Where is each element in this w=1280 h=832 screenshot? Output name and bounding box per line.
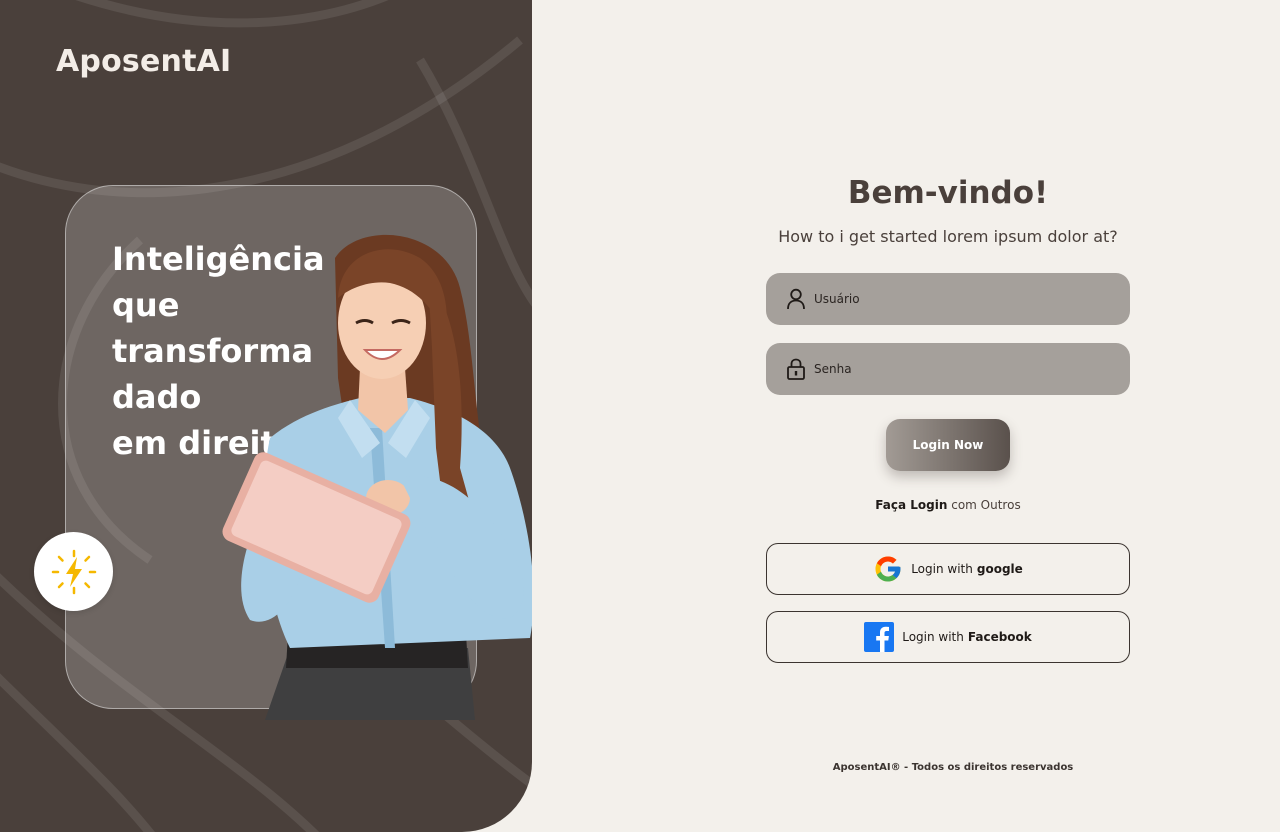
google-button-brand: google	[976, 562, 1023, 576]
welcome-subtitle: How to i get started lorem ipsum dolor a…	[778, 227, 1118, 246]
lightning-badge	[34, 532, 113, 611]
welcome-title: Bem-vindo!	[847, 175, 1049, 211]
google-button-prefix: Login with	[911, 562, 973, 576]
username-field[interactable]	[766, 273, 1130, 325]
facebook-icon	[864, 622, 895, 652]
login-with-facebook-button[interactable]: Login with Facebook	[766, 611, 1130, 663]
password-input[interactable]	[814, 362, 1114, 376]
hero-panel: AposentAI Inteligência que transforma da…	[0, 0, 532, 832]
woman-with-tablet-image	[222, 234, 532, 720]
google-icon	[873, 554, 903, 584]
login-with-others-text: Faça Login com Outros	[766, 498, 1130, 512]
facebook-button-brand: Facebook	[967, 630, 1032, 644]
lock-icon	[787, 358, 805, 380]
others-strong: Faça Login	[875, 498, 948, 512]
lightning-bolt-icon	[51, 549, 96, 594]
user-icon	[787, 288, 805, 310]
footer-copyright: AposentAI® - Todos os direitos reservado…	[832, 762, 1074, 773]
password-field[interactable]	[766, 343, 1130, 395]
brand-logo: AposentAI	[56, 44, 232, 79]
login-now-button[interactable]: Login Now	[886, 419, 1010, 471]
username-input[interactable]	[814, 292, 1114, 306]
others-rest: com Outros	[951, 498, 1021, 512]
facebook-button-prefix: Login with	[902, 630, 964, 644]
login-with-google-button[interactable]: Login with google	[766, 543, 1130, 595]
